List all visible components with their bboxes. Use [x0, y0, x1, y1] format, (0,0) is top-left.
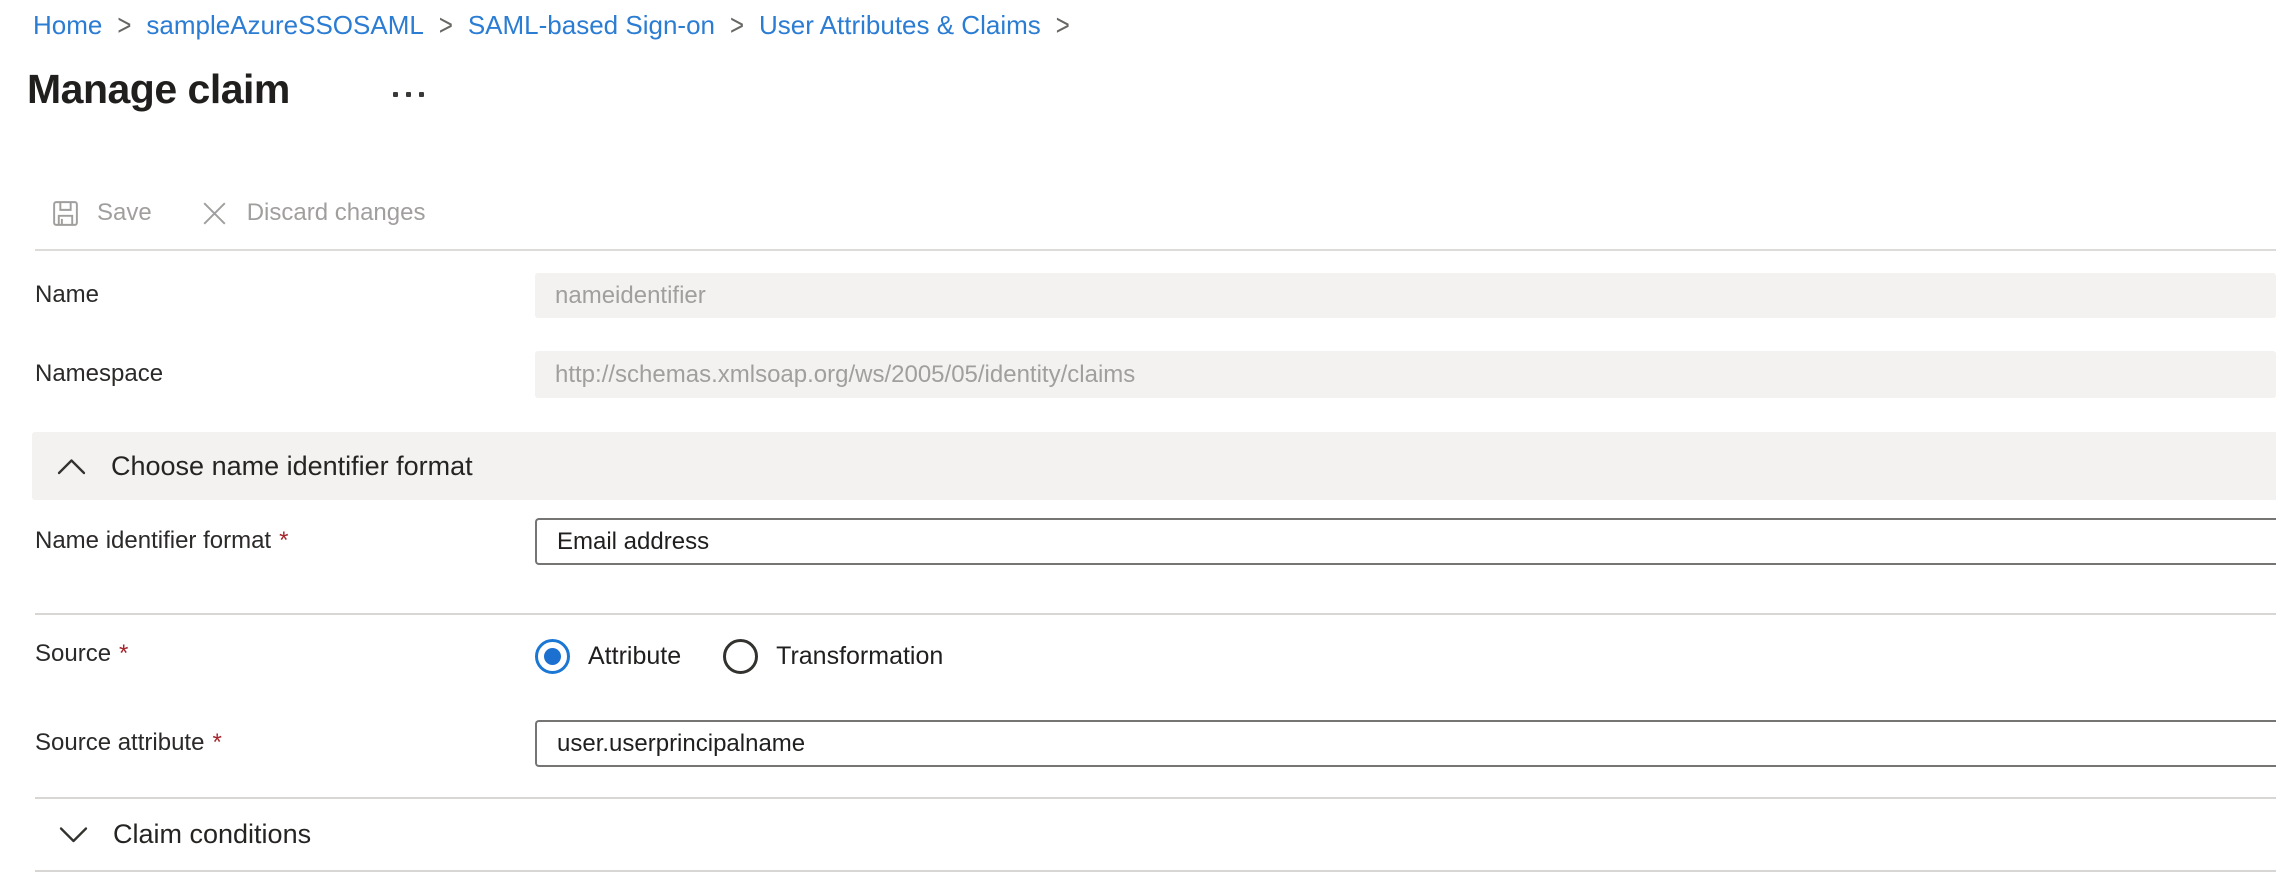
source-option-transformation[interactable]: Transformation	[723, 639, 943, 674]
save-button-label: Save	[97, 199, 152, 227]
name-field: nameidentifier	[535, 273, 2276, 318]
required-asterisk: *	[212, 729, 221, 756]
chevron-up-icon	[56, 457, 87, 476]
manage-claim-page: Home > sampleAzureSSOSAML > SAML-based S…	[0, 0, 2276, 884]
breadcrumb-app[interactable]: sampleAzureSSOSAML	[146, 10, 423, 41]
source-attribute-combobox[interactable]: user.userprincipalname	[535, 720, 2276, 767]
required-asterisk: *	[119, 640, 128, 667]
divider	[35, 870, 2276, 872]
breadcrumb-separator-icon: >	[730, 8, 744, 43]
command-bar: Save Discard changes	[50, 192, 425, 234]
breadcrumb-user-attributes-claims[interactable]: User Attributes & Claims	[759, 10, 1041, 41]
breadcrumb-saml-signon[interactable]: SAML-based Sign-on	[468, 10, 715, 41]
save-button[interactable]: Save	[50, 198, 152, 229]
save-floppy-icon	[50, 198, 81, 229]
section-title: Claim conditions	[113, 819, 311, 850]
section-choose-name-identifier-format[interactable]: Choose name identifier format	[32, 432, 2276, 500]
section-title: Choose name identifier format	[111, 451, 473, 482]
namespace-label: Namespace	[35, 360, 163, 388]
chevron-down-icon	[58, 825, 89, 844]
name-label: Name	[35, 281, 99, 309]
radio-selected-icon[interactable]	[535, 639, 570, 674]
breadcrumb-home[interactable]: Home	[33, 10, 102, 41]
breadcrumb-separator-icon: >	[439, 8, 453, 43]
source-label: Source*	[35, 640, 128, 668]
source-attribute-label: Source attribute*	[35, 729, 222, 757]
breadcrumb-separator-icon: >	[117, 8, 131, 43]
name-identifier-format-label: Name identifier format*	[35, 527, 288, 555]
radio-unselected-icon[interactable]	[723, 639, 758, 674]
name-identifier-format-dropdown[interactable]: Email address	[535, 518, 2276, 565]
source-radio-group: Attribute Transformation	[535, 636, 943, 676]
attribute-radio-label[interactable]: Attribute	[588, 642, 681, 671]
required-asterisk: *	[279, 527, 288, 554]
discard-changes-label: Discard changes	[247, 199, 426, 227]
discard-x-icon	[198, 197, 231, 230]
breadcrumb: Home > sampleAzureSSOSAML > SAML-based S…	[33, 10, 1085, 41]
section-claim-conditions[interactable]: Claim conditions	[32, 799, 2276, 870]
divider	[35, 613, 2276, 615]
discard-changes-button[interactable]: Discard changes	[198, 197, 426, 230]
breadcrumb-separator-icon: >	[1056, 8, 1070, 43]
more-options-icon[interactable]	[389, 88, 428, 101]
source-option-attribute[interactable]: Attribute	[535, 639, 681, 674]
page-title: Manage claim	[27, 66, 290, 113]
namespace-field: http://schemas.xmlsoap.org/ws/2005/05/id…	[535, 351, 2276, 398]
toolbar-divider	[35, 249, 2276, 251]
transformation-radio-label[interactable]: Transformation	[776, 642, 943, 671]
